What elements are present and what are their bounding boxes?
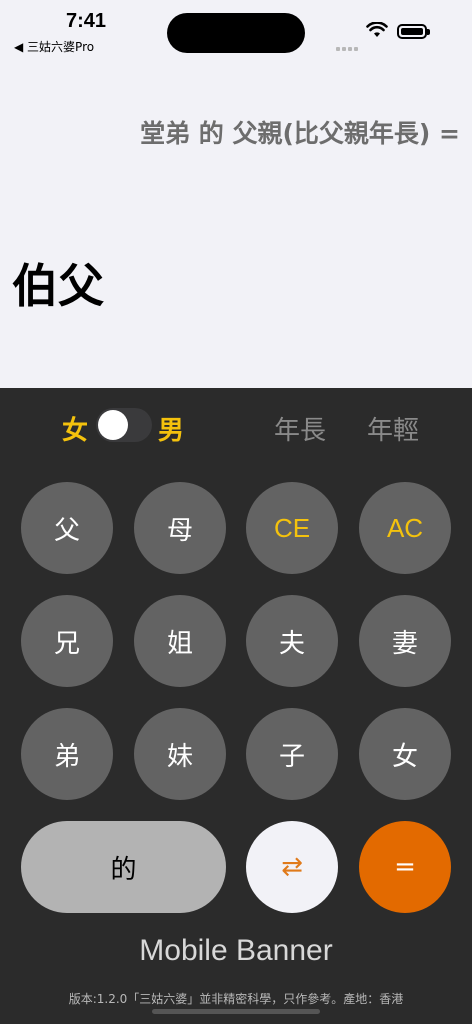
expression-display: 堂弟 的 父親(比父親年長) =	[140, 119, 460, 148]
swap-icon-button[interactable]: ⇄	[246, 821, 338, 913]
key-wife[interactable]: 妻	[359, 595, 451, 687]
key-elder-sister[interactable]: 姐	[134, 595, 226, 687]
mobile-banner[interactable]: Mobile Banner	[0, 934, 472, 968]
cellular-signal-icon	[336, 36, 360, 55]
older-option[interactable]: 年長	[274, 410, 326, 447]
key-of[interactable]: 的	[21, 821, 226, 913]
status-time: 7:41	[66, 10, 107, 32]
option-row: 女 男 年長 年輕	[0, 404, 472, 448]
toggle-knob	[98, 410, 128, 440]
wifi-icon	[366, 21, 388, 42]
male-label[interactable]: 男	[158, 410, 184, 447]
key-daughter[interactable]: 女	[359, 708, 451, 800]
equals-button[interactable]: =	[359, 821, 451, 913]
younger-option[interactable]: 年輕	[367, 410, 419, 447]
all-clear-button[interactable]: AC	[359, 482, 451, 574]
key-younger-sister[interactable]: 妹	[134, 708, 226, 800]
key-father[interactable]: 父	[21, 482, 113, 574]
dynamic-island	[167, 13, 305, 53]
result-display: 伯父	[12, 259, 104, 313]
clear-entry-button[interactable]: CE	[246, 482, 338, 574]
battery-icon	[397, 24, 430, 39]
back-to-app-link[interactable]: ◀ 三姑六婆Pro	[14, 38, 94, 55]
key-son[interactable]: 子	[246, 708, 338, 800]
key-husband[interactable]: 夫	[246, 595, 338, 687]
gender-toggle[interactable]	[96, 408, 152, 442]
home-indicator[interactable]	[152, 1009, 320, 1014]
female-label[interactable]: 女	[62, 410, 88, 447]
key-younger-brother[interactable]: 弟	[21, 708, 113, 800]
display-area: 7:41 ◀ 三姑六婆Pro 堂弟 的 父親(比父親年長) = 伯父	[0, 0, 472, 388]
key-mother[interactable]: 母	[134, 482, 226, 574]
key-elder-brother[interactable]: 兄	[21, 595, 113, 687]
version-footer: 版本:1.2.0「三姑六婆」並非精密科學，只作參考。產地：香港	[68, 992, 404, 1006]
